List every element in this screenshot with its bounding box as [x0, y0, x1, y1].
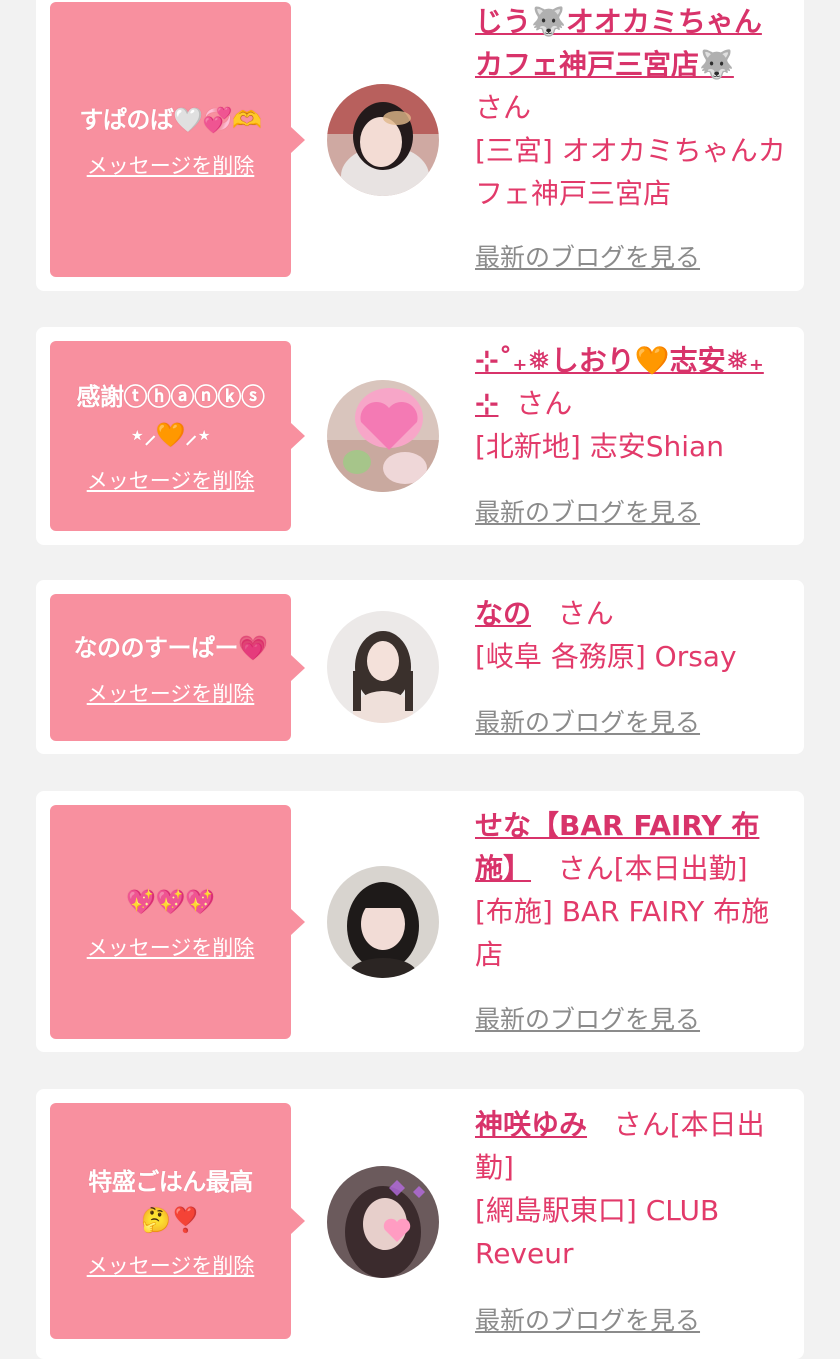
- cast-name-link[interactable]: ⊹˚₊❅しおり🧡志安❅₊: [475, 344, 764, 377]
- avatar[interactable]: [327, 611, 439, 723]
- delete-message-link[interactable]: メッセージを削除: [87, 1253, 255, 1279]
- san-suffix: さん[本日出: [613, 1108, 765, 1141]
- message-card: 💖💖💖 メッセージを削除 せな【BAR FAIRY 布 施】 さん[本日出勤] …: [36, 791, 804, 1052]
- shop-info: [布施] BAR FAIRY 布施: [475, 895, 770, 928]
- san-suffix: さん: [475, 91, 532, 124]
- latest-blog-link[interactable]: 最新のブログを見る: [475, 238, 700, 274]
- latest-blog-link[interactable]: 最新のブログを見る: [475, 703, 700, 739]
- message-bubble: なののすーぱー💗 メッセージを削除: [50, 594, 305, 741]
- message-text: なののすーぱー💗: [73, 633, 268, 662]
- shop-info: フェ神戸三宮店: [475, 177, 672, 210]
- shop-info: [岐阜 各務原] Orsay: [475, 640, 737, 673]
- message-card: すぱのば🤍💞🫶 メッセージを削除 じう🐺オオカミちゃん カフェ神戸三宮店🐺 さん…: [36, 0, 804, 291]
- avatar[interactable]: [327, 380, 439, 492]
- shop-info: [北新地] 志安Shian: [475, 430, 724, 463]
- shop-info: Reveur: [475, 1237, 574, 1270]
- delete-message-link[interactable]: メッセージを削除: [87, 468, 255, 494]
- message-text: すぱのば🤍💞🫶: [79, 105, 262, 134]
- message-bubble: 感謝ⓣⓗⓐⓝⓚⓢ ⋆⸝🧡⸝⋆ メッセージを削除: [50, 341, 305, 531]
- message-card: なののすーぱー💗 メッセージを削除 なの さん [岐阜 各務原] Orsay 最…: [36, 580, 804, 754]
- message-bubble: 特盛ごはん最高 🤔❣️ メッセージを削除: [50, 1103, 305, 1339]
- san-suffix: さん: [516, 387, 573, 420]
- avatar[interactable]: [327, 866, 439, 978]
- latest-blog-link[interactable]: 最新のブログを見る: [475, 493, 700, 529]
- message-text: ⋆⸝🧡⸝⋆: [129, 421, 212, 449]
- delete-message-link[interactable]: メッセージを削除: [87, 681, 255, 707]
- cast-info: ⊹˚₊❅しおり🧡志安❅₊ ⊹ さん [北新地] 志安Shian 最新のブログを見…: [475, 339, 790, 527]
- avatar[interactable]: [327, 1166, 439, 1278]
- message-text: 💖💖💖: [126, 888, 215, 916]
- cast-info: せな【BAR FAIRY 布 施】 さん[本日出勤] [布施] BAR FAIR…: [475, 804, 790, 1034]
- shop-info: [三宮] オオカミちゃんカ: [475, 134, 786, 167]
- shop-info: [網島駅東口] CLUB: [475, 1194, 720, 1227]
- cast-name-link[interactable]: 施】: [475, 852, 531, 885]
- cast-name-link[interactable]: カフェ神戸三宮店🐺: [475, 48, 734, 81]
- message-text: 特盛ごはん最高: [88, 1168, 253, 1196]
- avatar[interactable]: [327, 84, 439, 196]
- cast-name-link[interactable]: じう🐺オオカミちゃん: [475, 5, 762, 38]
- san-suffix: さん: [557, 597, 614, 630]
- cast-info: 神咲ゆみ さん[本日出 勤] [網島駅東口] CLUB Reveur 最新のブロ…: [475, 1103, 790, 1335]
- san-suffix-continued: 勤]: [475, 1151, 514, 1184]
- delete-message-link[interactable]: メッセージを削除: [87, 935, 255, 961]
- shop-info: 店: [475, 938, 504, 971]
- message-text: 感謝ⓣⓗⓐⓝⓚⓢ: [76, 383, 266, 411]
- message-bubble: すぱのば🤍💞🫶 メッセージを削除: [50, 2, 305, 277]
- san-suffix: さん[本日出勤]: [557, 852, 748, 885]
- cast-name-link[interactable]: 神咲ゆみ: [475, 1108, 587, 1141]
- cast-info: なの さん [岐阜 各務原] Orsay 最新のブログを見る: [475, 592, 790, 737]
- message-text: 🤔❣️: [141, 1206, 200, 1234]
- message-bubble: 💖💖💖 メッセージを削除: [50, 805, 305, 1039]
- delete-message-link[interactable]: メッセージを削除: [87, 153, 255, 179]
- latest-blog-link[interactable]: 最新のブログを見る: [475, 1000, 700, 1036]
- cast-name-link[interactable]: ⊹: [475, 387, 498, 420]
- message-card: 感謝ⓣⓗⓐⓝⓚⓢ ⋆⸝🧡⸝⋆ メッセージを削除 ⊹˚₊❅しおり🧡志安❅₊ ⊹ さ…: [36, 327, 804, 545]
- cast-info: じう🐺オオカミちゃん カフェ神戸三宮店🐺 さん [三宮] オオカミちゃんカ フェ…: [475, 0, 790, 272]
- cast-name-link[interactable]: せな【BAR FAIRY 布: [475, 809, 759, 842]
- latest-blog-link[interactable]: 最新のブログを見る: [475, 1301, 700, 1337]
- message-card: 特盛ごはん最高 🤔❣️ メッセージを削除 神咲ゆみ さん[本日出 勤] [網島駅…: [36, 1089, 804, 1359]
- cast-name-link[interactable]: なの: [475, 597, 531, 630]
